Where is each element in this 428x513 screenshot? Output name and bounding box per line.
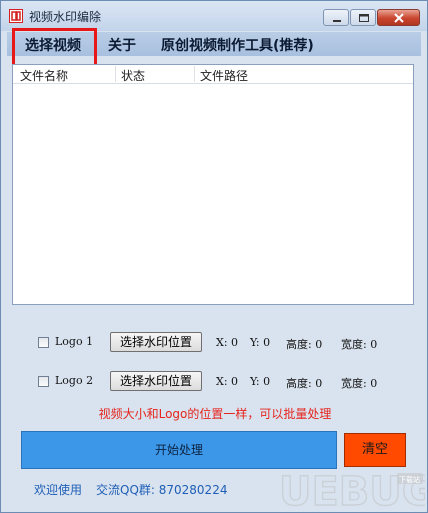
logo-1-checkbox[interactable] [38, 337, 49, 348]
logo-1-height-value: 高度: 0 [286, 338, 323, 351]
qq-group-text: 交流QQ群: 870280224 [96, 483, 228, 497]
column-header-file-name[interactable]: 文件名称 [20, 67, 68, 84]
start-processing-button[interactable]: 开始处理 [21, 431, 337, 469]
logo-1-y-value: Y: 0 [250, 336, 271, 349]
menu-about[interactable]: 关于 [108, 35, 136, 55]
logo-2-y-value: Y: 0 [250, 375, 271, 388]
logo-1-width-value: 宽度: 0 [341, 338, 378, 351]
logo-2-x-value: X: 0 [216, 375, 239, 388]
logo-2-width-value: 宽度: 0 [341, 377, 378, 390]
file-list-header: 文件名称 状态 文件路径 [13, 65, 413, 84]
logo-1-label: Logo 1 [55, 335, 94, 348]
close-icon [394, 13, 404, 23]
logo-2-checkbox[interactable] [38, 376, 49, 387]
batch-note: 视频大小和Logo的位置一样，可以批量处理 [98, 407, 332, 421]
title-bar[interactable]: 视频水印编除 [1, 1, 427, 31]
close-button[interactable] [377, 9, 420, 26]
column-header-file-path[interactable]: 文件路径 [200, 67, 248, 84]
minimize-icon [333, 20, 341, 22]
logo-2-height-value: 高度: 0 [286, 377, 323, 390]
file-list[interactable]: 文件名称 状态 文件路径 [12, 64, 414, 305]
column-divider[interactable] [194, 66, 195, 82]
logo-2-label: Logo 2 [55, 374, 94, 387]
logo-1-select-position-button[interactable]: 选择水印位置 [110, 332, 202, 352]
watermark-badge: 下载站 [399, 475, 420, 484]
welcome-text: 欢迎使用 [34, 483, 83, 497]
logo-2-select-position-button[interactable]: 选择水印位置 [110, 371, 202, 391]
logo-1-x-value: X: 0 [216, 336, 239, 349]
window-title: 视频水印编除 [29, 10, 102, 24]
clear-button[interactable]: 清空 [344, 433, 406, 467]
uebug-watermark: UEBUG 下载站 [278, 468, 425, 511]
app-window: 视频水印编除 选择视频 关于 原创视频制作工具(推荐) 文件名称 状态 文件路径… [0, 0, 428, 513]
menu-original-video-tool[interactable]: 原创视频制作工具(推荐) [161, 35, 314, 55]
app-icon [9, 9, 23, 23]
column-header-status[interactable]: 状态 [121, 67, 145, 84]
maximize-icon [359, 14, 369, 22]
minimize-button[interactable] [323, 9, 349, 26]
column-divider[interactable] [115, 66, 116, 82]
maximize-button[interactable] [350, 9, 376, 26]
